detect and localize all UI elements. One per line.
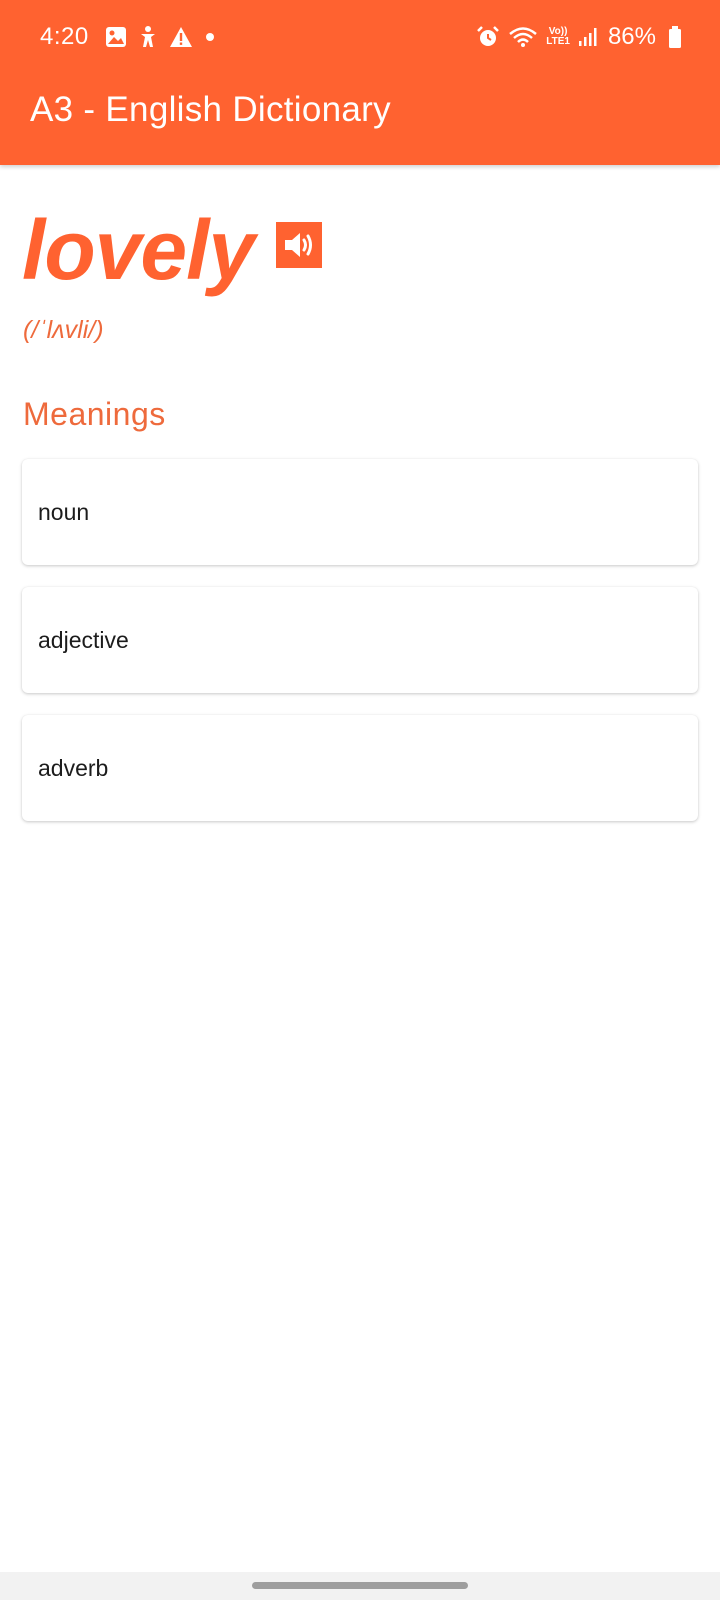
word-title: lovely (22, 203, 255, 297)
signal-icon (578, 27, 598, 47)
app-title: A3 - English Dictionary (30, 90, 391, 129)
wifi-icon (508, 25, 538, 49)
status-left: 4:20 (40, 22, 227, 52)
play-pronunciation-button[interactable] (276, 222, 323, 268)
status-right: Vo)) LTE1 86% (468, 22, 682, 52)
accessibility-icon (137, 25, 159, 49)
alarm-icon (476, 25, 500, 49)
meanings-heading: Meanings (23, 396, 166, 432)
dot-icon (203, 30, 217, 44)
meaning-label: adjective (38, 626, 129, 653)
meanings-list: noun adjective adverb (22, 459, 698, 843)
speaker-icon (285, 233, 313, 257)
app-header: 4:20 Vo)) LTE1 86% A3 - English Dictiona… (0, 0, 720, 165)
status-bar: 4:20 Vo)) LTE1 86% (0, 0, 720, 72)
meaning-label: noun (38, 498, 90, 525)
gallery-icon (105, 26, 127, 48)
word-header: lovely (22, 200, 323, 300)
meaning-label: adverb (38, 754, 109, 781)
home-gesture-handle[interactable] (252, 1582, 468, 1589)
warning-icon (169, 26, 193, 48)
meaning-card-adjective[interactable]: adjective (22, 587, 698, 693)
volte-bottom-label: LTE1 (546, 36, 570, 47)
volte-icon: Vo)) LTE1 (546, 27, 570, 47)
meaning-card-noun[interactable]: noun (22, 459, 698, 565)
phonetic-text: (/ˈlʌvli/) (23, 316, 104, 344)
battery-percentage: 86% (607, 23, 656, 50)
battery-icon (668, 26, 682, 48)
navigation-bar (0, 1572, 720, 1600)
status-time: 4:20 (40, 23, 89, 50)
meaning-card-adverb[interactable]: adverb (22, 715, 698, 821)
